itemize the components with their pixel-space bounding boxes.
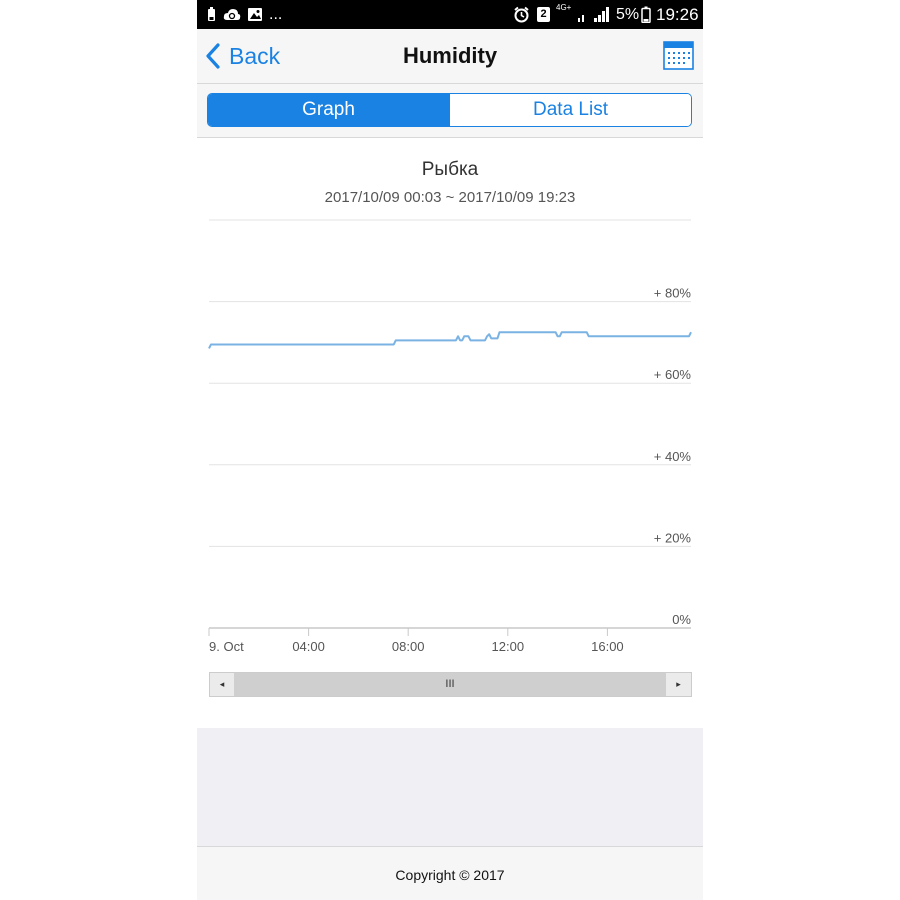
empty-area <box>197 728 703 846</box>
humidity-series-line <box>208 331 692 349</box>
status-bar: ... 2 4G+ 5% 19:26 <box>197 0 703 29</box>
tab-graph[interactable]: Graph <box>208 94 449 126</box>
gallery-icon <box>248 8 262 21</box>
x-tick-label: 08:00 <box>392 639 425 654</box>
x-tick-label: 16:00 <box>591 639 624 654</box>
battery-low-icon <box>208 7 215 21</box>
y-tick-label: + 20% <box>654 530 692 545</box>
copyright-text: Copyright © 2017 <box>395 867 505 883</box>
calendar-icon[interactable] <box>663 40 695 72</box>
battery-icon <box>641 6 651 23</box>
tab-data-list[interactable]: Data List <box>449 94 691 126</box>
segment-bar: Graph Data List <box>197 84 703 138</box>
sim-badge: 2 <box>537 7 550 22</box>
humidity-line-chart: 0% + 20% + 40% + 60% + 80% 9. Oct 04:00 08:00 12… <box>208 219 692 654</box>
y-tick-label: + 80% <box>654 286 692 301</box>
data-arrows-icon <box>578 15 584 22</box>
back-button[interactable]: Back <box>205 39 280 73</box>
network-type: 4G+ <box>556 3 572 12</box>
scroll-left-arrow[interactable]: ◂ <box>210 673 234 696</box>
signal-icon <box>594 7 609 22</box>
x-tick-label: 12:00 <box>492 639 525 654</box>
x-tick-label: 9. Oct <box>209 639 244 654</box>
chart-card: Рыбка 2017/10/09 00:03 ~ 2017/10/09 19:2… <box>197 150 703 728</box>
chart-scrollbar[interactable]: ◂ III ▸ <box>209 672 692 697</box>
chevron-left-icon <box>206 43 220 69</box>
y-tick-label: 0% <box>672 612 691 627</box>
x-tick-label: 04:00 <box>292 639 325 654</box>
phone-screen: ... 2 4G+ 5% 19:26 Humidity Back Graph D… <box>197 0 703 900</box>
clock: 19:26 <box>656 5 699 24</box>
nav-bar: Humidity Back <box>197 29 703 84</box>
scroll-thumb[interactable]: III <box>234 673 666 696</box>
status-more: ... <box>269 6 283 23</box>
view-segmented-control: Graph Data List <box>207 93 692 127</box>
y-tick-label: + 60% <box>654 367 692 382</box>
cloud-sync-icon <box>223 9 241 20</box>
battery-percent: 5% <box>616 6 640 23</box>
y-tick-label: + 40% <box>654 449 692 464</box>
scroll-right-arrow[interactable]: ▸ <box>666 673 691 696</box>
footer: Copyright © 2017 <box>197 846 703 900</box>
back-label: Back <box>229 42 281 69</box>
alarm-icon <box>514 6 529 23</box>
